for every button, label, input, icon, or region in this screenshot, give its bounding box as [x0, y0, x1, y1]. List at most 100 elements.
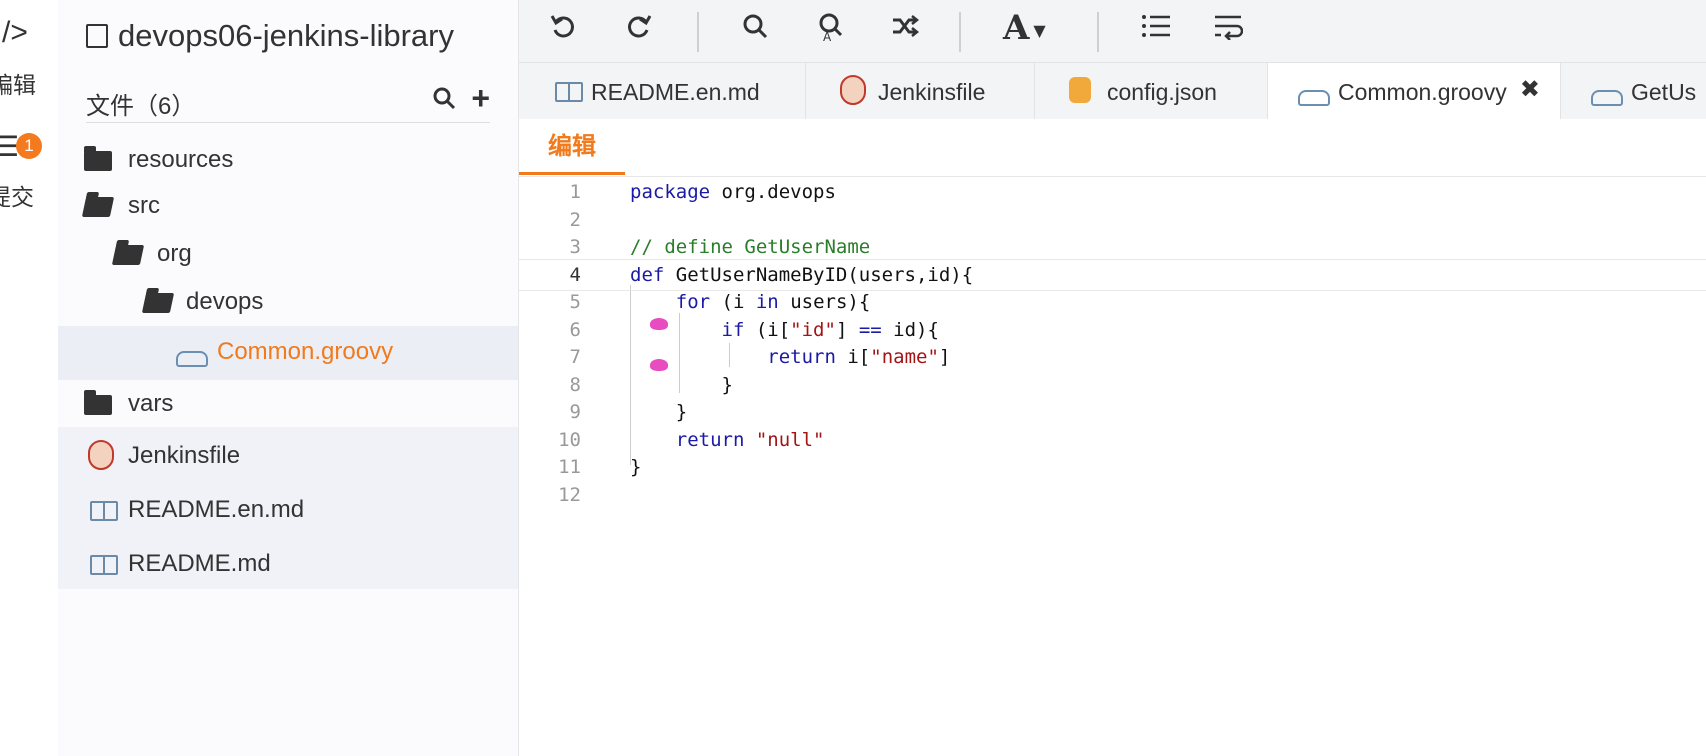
code-line: 8 } [519, 370, 1706, 400]
tree-item-src[interactable]: src [58, 180, 518, 232]
shuffle-icon[interactable] [891, 12, 920, 47]
tree-item-label: README.en.md [128, 496, 305, 523]
tree-item-devops[interactable]: devops [58, 276, 518, 328]
jenkins-icon [840, 75, 866, 105]
code-line: 9 } [519, 397, 1706, 427]
tree-item-label: src [128, 192, 160, 219]
groovy-icon [1591, 90, 1623, 106]
tab-common-groovy[interactable]: Common.groovy ✖ [1268, 63, 1561, 119]
list-icon[interactable] [1141, 12, 1171, 47]
tree-item-label: resources [128, 146, 234, 173]
tree-item-readme[interactable]: README.md [58, 538, 518, 590]
tree-item-label: Common.groovy [217, 338, 394, 365]
line-number: 11 [558, 456, 581, 478]
tab-label: config.json [1107, 79, 1217, 105]
tab-label: README.en.md [591, 79, 760, 105]
jenkins-icon [88, 440, 114, 470]
code-icon: /> [2, 16, 28, 49]
line-number: 8 [569, 374, 581, 396]
search-icon[interactable] [741, 12, 769, 47]
code-editor[interactable]: 1 package org.devops 2 3 // define GetUs… [519, 177, 1706, 756]
font-glyph: A [1003, 8, 1030, 48]
redo-icon[interactable] [625, 12, 653, 47]
close-icon[interactable]: ✖ [1520, 75, 1540, 104]
book-icon [90, 555, 118, 575]
line-number: 3 [569, 236, 581, 258]
tree-item-label: org [157, 240, 192, 267]
line-number: 12 [558, 484, 581, 506]
folder-icon [84, 146, 112, 171]
code-text: return "null" [675, 429, 825, 451]
line-number: 1 [569, 181, 581, 203]
files-header: 文件（6） + [86, 80, 490, 123]
tab-readme-en[interactable]: README.en.md [519, 63, 806, 119]
svg-text:A: A [823, 30, 832, 42]
tree-item-readme-en[interactable]: README.en.md [58, 484, 518, 536]
font-icon[interactable]: A ▼ [1003, 8, 1046, 48]
commit-activity-label: 提交 [0, 184, 34, 210]
add-file-icon[interactable]: + [471, 80, 490, 117]
tab-jenkinsfile[interactable]: Jenkinsfile [806, 63, 1035, 119]
code-line: 7 return i["name"] [519, 342, 1706, 372]
code-text: } [630, 401, 688, 423]
line-number: 2 [569, 209, 581, 231]
groovy-icon [1298, 90, 1330, 106]
groovy-icon [176, 351, 208, 367]
repo-title: devops06-jenkins-library [86, 18, 454, 54]
toolbar-separator [697, 12, 699, 52]
bracket-match-marker-icon [650, 359, 668, 371]
line-number: 9 [569, 401, 581, 423]
code-line: 12 [519, 480, 1706, 510]
wrap-icon[interactable] [1213, 12, 1244, 47]
bracket-match-marker-icon [650, 318, 668, 330]
replace-icon[interactable]: A [817, 12, 845, 49]
undo-icon[interactable] [549, 12, 577, 47]
book-icon [555, 82, 583, 102]
folder-open-icon [111, 245, 145, 265]
search-icon[interactable] [432, 86, 456, 117]
line-number: 4 [569, 264, 581, 286]
files-count-label: 文件（6） [86, 93, 196, 120]
activity-bar: /> 编辑 ☰ 提交 1 [0, 0, 59, 756]
tab-label: GetUs [1631, 79, 1697, 105]
code-text: } [630, 456, 642, 478]
toolbar-separator [1097, 12, 1099, 52]
tree-item-jenkinsfile[interactable]: Jenkinsfile [58, 430, 518, 482]
tree-item-label: README.md [128, 550, 271, 577]
repo-name: devops06-jenkins-library [118, 18, 454, 53]
code-text: // define GetUserName [630, 236, 871, 258]
folder-open-icon [81, 197, 115, 217]
tree-item-common-groovy[interactable]: Common.groovy [58, 326, 518, 380]
code-text: package org.devops [630, 181, 836, 203]
book-icon [90, 501, 118, 521]
file-sidebar: devops06-jenkins-library 文件（6） + resourc… [58, 0, 519, 756]
editor-tabs: README.en.md Jenkinsfile config.json Com… [519, 63, 1706, 119]
tree-item-resources[interactable]: resources [58, 134, 518, 186]
tree-item-org[interactable]: org [58, 228, 518, 280]
tree-item-vars[interactable]: vars [58, 380, 518, 426]
edit-activity-label: 编辑 [0, 72, 36, 98]
code-text: if (i["id"] == id){ [721, 319, 939, 341]
tree-item-label: vars [128, 390, 174, 417]
edit-activity[interactable]: /> 编辑 [0, 16, 58, 98]
line-number: 7 [569, 346, 581, 368]
tree-item-label: devops [186, 288, 264, 315]
tab-config-json[interactable]: config.json [1035, 63, 1268, 119]
line-number: 6 [569, 319, 581, 341]
edit-mode-tab[interactable]: 编辑 [519, 119, 625, 175]
repo-icon [86, 24, 108, 48]
toolbar-separator [959, 12, 961, 52]
code-line: 11 } [519, 452, 1706, 482]
tree-item-label: Jenkinsfile [128, 442, 241, 469]
chevron-down-icon: ▼ [1033, 20, 1046, 40]
folder-icon [84, 390, 112, 415]
tab-label: Common.groovy [1338, 79, 1507, 105]
code-line: 3 // define GetUserName [519, 232, 1706, 262]
code-line: 2 [519, 205, 1706, 235]
line-number: 10 [558, 429, 581, 451]
tab-getuser[interactable]: GetUs [1561, 63, 1706, 119]
mode-bar: 编辑 [519, 119, 1706, 177]
code-line: 10 return "null" [519, 425, 1706, 455]
code-text: } [630, 374, 733, 396]
editor-toolbar: A A ▼ [519, 0, 1706, 63]
